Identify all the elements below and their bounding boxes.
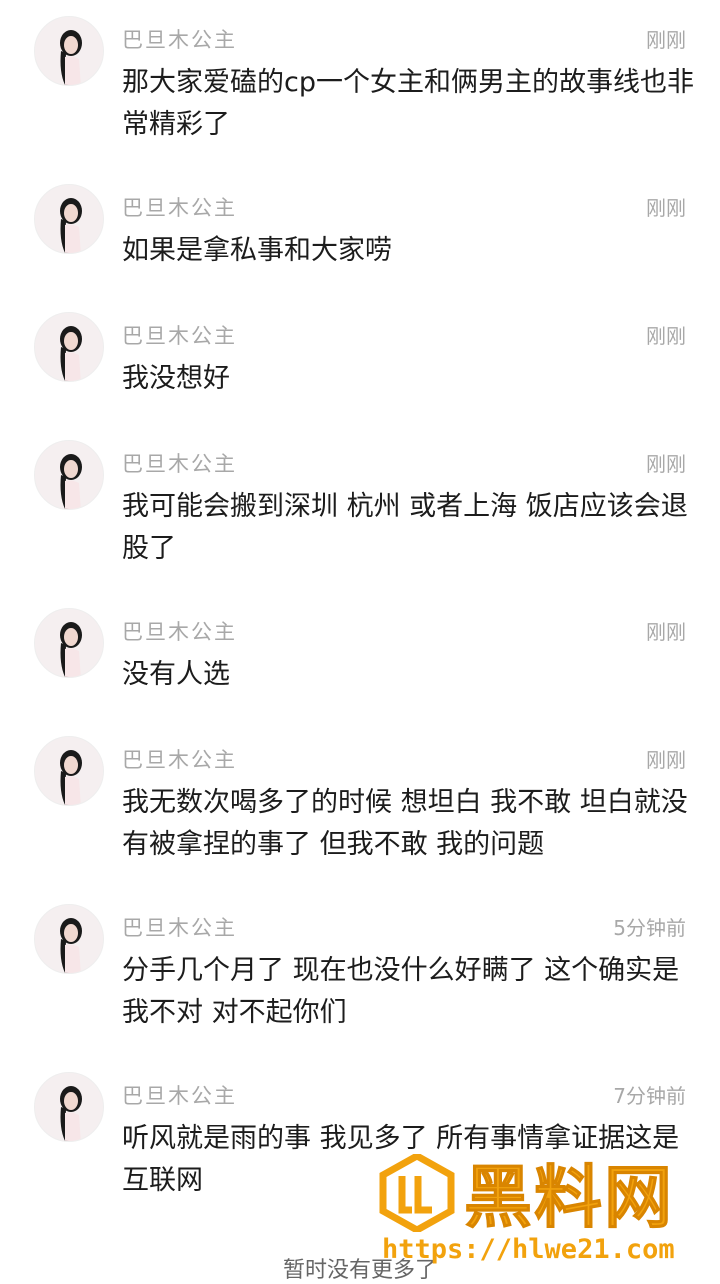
avatar[interactable] — [34, 312, 104, 382]
username[interactable]: 巴旦木公主 — [122, 912, 237, 942]
watermark-url: https://hlwe21.com — [382, 1234, 675, 1265]
username[interactable]: 巴旦木公主 — [122, 320, 237, 350]
avatar[interactable] — [34, 16, 104, 86]
timestamp: 7分钟前 — [613, 1084, 686, 1108]
username[interactable]: 巴旦木公主 — [122, 24, 237, 54]
username[interactable]: 巴旦木公主 — [122, 744, 237, 774]
avatar[interactable] — [34, 184, 104, 254]
timestamp: 刚刚 — [646, 28, 686, 52]
username[interactable]: 巴旦木公主 — [122, 1080, 237, 1110]
comment-text: 我无数次喝多了的时候 想坦白 我不敢 坦白就没有被拿捏的事了 但我不敢 我的问题 — [122, 787, 688, 860]
comment-text: 我没想好 — [122, 363, 230, 394]
timestamp: 刚刚 — [646, 452, 686, 476]
comment-text: 分手几个月了 现在也没什么好瞒了 这个确实是我不对 对不起你们 — [122, 955, 680, 1028]
timestamp: 刚刚 — [646, 620, 686, 644]
username[interactable]: 巴旦木公主 — [122, 192, 237, 222]
username[interactable]: 巴旦木公主 — [122, 616, 237, 646]
avatar[interactable] — [34, 440, 104, 510]
timestamp: 刚刚 — [646, 196, 686, 220]
avatar[interactable] — [34, 1072, 104, 1142]
avatar[interactable] — [34, 904, 104, 974]
username[interactable]: 巴旦木公主 — [122, 448, 237, 478]
comment-text: 那大家爱磕的cp一个女主和俩男主的故事线也非常精彩了 — [122, 67, 694, 140]
avatar[interactable] — [34, 608, 104, 678]
avatar[interactable] — [34, 736, 104, 806]
comment-text: 如果是拿私事和大家唠 — [122, 235, 392, 266]
comment-text: 我可能会搬到深圳 杭州 或者上海 饭店应该会退股了 — [122, 491, 688, 564]
watermark: 黑料网 https://hlwe21.com — [372, 1150, 712, 1268]
comment-text: 没有人选 — [122, 659, 230, 690]
watermark-title: 黑料网 — [463, 1159, 675, 1239]
comment-feed: 巴旦木公主 刚刚 那大家爱磕的cp一个女主和俩男主的故事线也非常精彩了 巴旦木公… — [0, 0, 720, 1283]
timestamp: 5分钟前 — [613, 916, 686, 940]
timestamp: 刚刚 — [646, 748, 686, 772]
timestamp: 刚刚 — [646, 324, 686, 348]
watermark-logo-icon — [379, 1154, 455, 1232]
